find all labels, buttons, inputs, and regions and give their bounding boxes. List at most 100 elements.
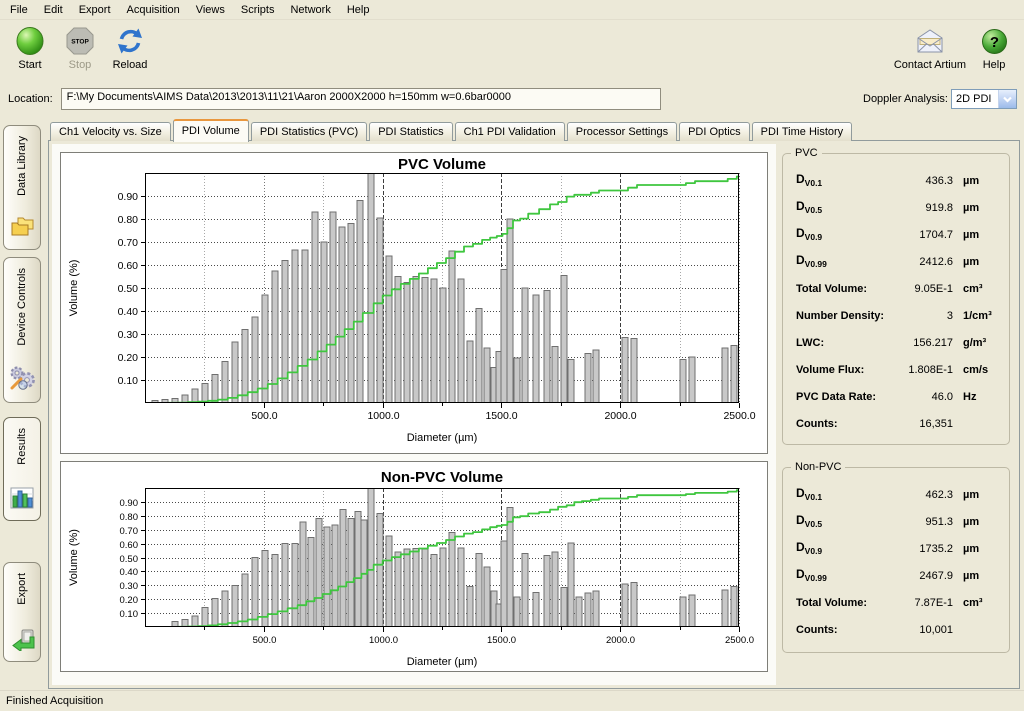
- location-label: Location:: [8, 93, 53, 105]
- menu-file[interactable]: File: [2, 2, 36, 18]
- tab-pdi-optics[interactable]: PDI Optics: [679, 122, 750, 141]
- tab-pdi-volume[interactable]: PDI Volume: [173, 119, 249, 142]
- menu-bar: FileEditExportAcquisitionViewsScriptsNet…: [0, 0, 1024, 20]
- stat-value: 1735.2: [822, 543, 953, 555]
- stat-unit: cm³: [953, 597, 1001, 609]
- reload-label: Reload: [113, 59, 148, 71]
- pvc-stat-row: DV0.5919.8µm: [783, 194, 1009, 221]
- tab-ch1-velocity-vs-size[interactable]: Ch1 Velocity vs. Size: [50, 122, 171, 141]
- svg-text:0.50: 0.50: [118, 283, 139, 295]
- non-pvc-stat-row: Total Volume:7.87E-1cm³: [783, 589, 1009, 616]
- start-icon: [15, 25, 45, 57]
- reload-button[interactable]: Reload: [108, 20, 152, 71]
- svg-text:0.30: 0.30: [118, 329, 139, 341]
- sidebar-item-label: Device Controls: [16, 268, 28, 346]
- status-bar: Finished Acquisition: [0, 690, 1024, 711]
- stat-unit: µm: [953, 516, 1001, 528]
- contact-artium-label: Contact Artium: [894, 59, 966, 71]
- stat-label: Total Volume:: [796, 283, 867, 295]
- svg-text:0.20: 0.20: [118, 352, 139, 364]
- app-window: FileEditExportAcquisitionViewsScriptsNet…: [0, 0, 1024, 711]
- menu-views[interactable]: Views: [188, 2, 233, 18]
- svg-text:?: ?: [989, 34, 998, 51]
- status-text: Finished Acquisition: [6, 695, 103, 707]
- doppler-analysis-select[interactable]: 2D PDI: [951, 89, 1017, 109]
- svg-text:2500.0: 2500.0: [725, 635, 754, 646]
- svg-text:Non-PVC Volume: Non-PVC Volume: [381, 469, 503, 486]
- sidebar-item-device-controls[interactable]: Device Controls: [3, 257, 41, 403]
- svg-text:0.50: 0.50: [120, 554, 139, 565]
- contact-artium-button[interactable]: Contact Artium: [894, 20, 966, 71]
- location-input[interactable]: F:\My Documents\AIMS Data\2013\2013\11\2…: [61, 88, 661, 110]
- stat-value: 16,351: [838, 418, 953, 430]
- svg-text:0.90: 0.90: [120, 498, 139, 509]
- start-button[interactable]: Start: [8, 20, 52, 71]
- help-button[interactable]: ? Help: [972, 20, 1016, 71]
- pvc-stat-row: DV0.91704.7µm: [783, 221, 1009, 248]
- svg-text:STOP: STOP: [71, 39, 89, 46]
- stat-label: LWC:: [796, 337, 824, 349]
- stat-value: 156.217: [824, 337, 953, 349]
- pvc-stat-row: Total Volume:9.05E-1cm³: [783, 275, 1009, 302]
- stat-label: DV0.1: [796, 172, 822, 188]
- menu-acquisition[interactable]: Acquisition: [119, 2, 188, 18]
- svg-text:2000.0: 2000.0: [606, 635, 635, 646]
- stat-value: 46.0: [876, 391, 953, 403]
- tab-ch1-pdi-validation[interactable]: Ch1 PDI Validation: [455, 122, 565, 141]
- tab-processor-settings[interactable]: Processor Settings: [567, 122, 677, 141]
- sidebar-item-label: Data Library: [16, 136, 28, 196]
- stat-unit: Hz: [953, 391, 1001, 403]
- stat-value: 10,001: [838, 624, 953, 636]
- toolbar-right-group: Contact Artium ? Help: [894, 20, 1016, 86]
- tab-pdi-statistics-pvc-[interactable]: PDI Statistics (PVC): [251, 122, 367, 141]
- toolbar-left-group: Start STOP Stop: [8, 20, 152, 86]
- svg-text:1500.0: 1500.0: [485, 410, 517, 422]
- sidebar-item-export[interactable]: Export: [3, 562, 41, 662]
- sidebar-item-results[interactable]: Results: [3, 417, 41, 521]
- non-pvc-stat-row: DV0.91735.2µm: [783, 535, 1009, 562]
- menu-network[interactable]: Network: [282, 2, 338, 18]
- menu-help[interactable]: Help: [339, 2, 378, 18]
- menu-edit[interactable]: Edit: [36, 2, 71, 18]
- gears-icon: [8, 365, 36, 395]
- stat-label: Volume Flux:: [796, 364, 864, 376]
- menu-scripts[interactable]: Scripts: [233, 2, 283, 18]
- svg-text:2500.0: 2500.0: [723, 410, 755, 422]
- stat-label: Total Volume:: [796, 597, 867, 609]
- sidebar-item-data-library[interactable]: Data Library: [3, 125, 41, 250]
- stat-unit: µm: [953, 175, 1001, 187]
- tab-pdi-time-history[interactable]: PDI Time History: [752, 122, 853, 141]
- content-area: Ch1 Velocity vs. SizePDI VolumePDI Stati…: [47, 116, 1022, 690]
- pvc-stat-row: Number Density:31/cm³: [783, 302, 1009, 329]
- svg-text:0.70: 0.70: [120, 526, 139, 537]
- tab-pdi-statistics[interactable]: PDI Statistics: [369, 122, 452, 141]
- svg-text:0.80: 0.80: [118, 214, 139, 226]
- stat-unit: µm: [953, 489, 1001, 501]
- stat-unit: µm: [953, 543, 1001, 555]
- stat-value: 462.3: [822, 489, 953, 501]
- menu-export[interactable]: Export: [71, 2, 119, 18]
- pvc-stat-row: LWC:156.217g/m³: [783, 329, 1009, 356]
- non-pvc-stat-row: DV0.5951.3µm: [783, 508, 1009, 535]
- stat-value: 1.808E-1: [864, 364, 953, 376]
- toolbar: Start STOP Stop: [0, 20, 1024, 86]
- tab-strip: Ch1 Velocity vs. SizePDI VolumePDI Stati…: [49, 119, 1020, 141]
- stat-unit: µm: [953, 202, 1001, 214]
- svg-text:Diameter (µm): Diameter (µm): [407, 432, 478, 444]
- help-label: Help: [983, 59, 1006, 71]
- stat-unit: cm³: [953, 283, 1001, 295]
- chevron-down-icon[interactable]: [998, 90, 1016, 108]
- non-pvc-stat-row: Counts:10,001: [783, 616, 1009, 643]
- svg-text:0.40: 0.40: [118, 306, 139, 318]
- pvc-volume-chart: 0.100.200.300.400.500.600.700.800.90500.…: [60, 152, 768, 454]
- svg-text:0.80: 0.80: [120, 512, 139, 523]
- svg-text:0.60: 0.60: [118, 260, 139, 272]
- stat-value: 919.8: [822, 202, 953, 214]
- pvc-stat-row: DV0.1436.3µm: [783, 167, 1009, 194]
- stat-unit: cm/s: [953, 364, 1001, 376]
- stat-label: PVC Data Rate:: [796, 391, 876, 403]
- stop-button: STOP Stop: [58, 20, 102, 71]
- svg-text:0.10: 0.10: [120, 609, 139, 620]
- svg-text:Volume (%): Volume (%): [68, 260, 80, 317]
- svg-text:0.20: 0.20: [120, 595, 139, 606]
